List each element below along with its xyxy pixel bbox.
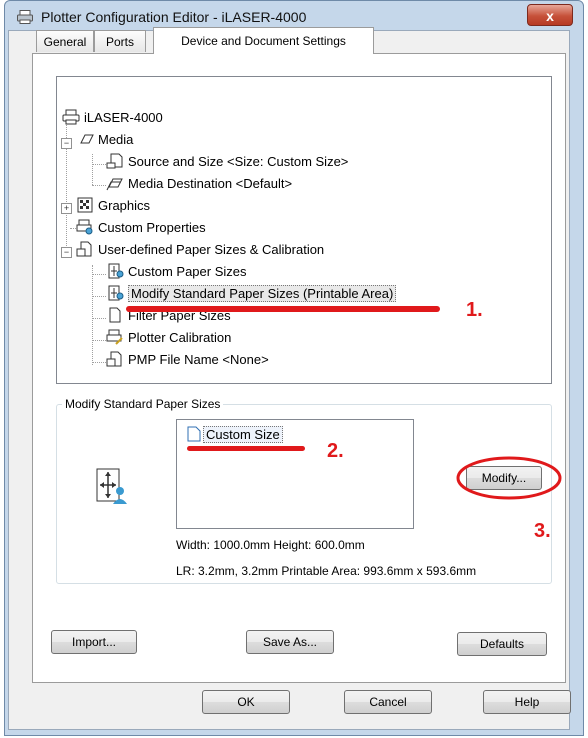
tree-line (92, 296, 106, 297)
media-destination-icon (106, 178, 123, 191)
custom-paper-sizes-icon (108, 263, 124, 279)
page-icon (187, 426, 201, 442)
tree-node-custom-properties[interactable]: Custom Properties (76, 218, 206, 238)
plotter-icon (62, 109, 80, 125)
tree-label: PMP File Name <None> (128, 352, 269, 367)
modify-paper-size-icon (96, 468, 127, 504)
tree-label: Custom Properties (98, 220, 206, 235)
tree-line (92, 274, 106, 275)
tree-line (92, 164, 106, 165)
graphics-icon (77, 197, 93, 213)
tree-line (92, 185, 106, 186)
tree-label: Media (98, 132, 134, 147)
calibration-icon (106, 329, 123, 345)
tree-line (92, 362, 106, 363)
collapse-user-defined-toggle[interactable]: − (61, 247, 72, 258)
group-label: Modify Standard Paper Sizes (62, 397, 224, 411)
printable-area-info: LR: 3.2mm, 3.2mm Printable Area: 993.6mm… (176, 564, 477, 578)
paper-size-icon (106, 153, 123, 169)
tree-label: Media Destination <Default> (128, 176, 293, 191)
help-button[interactable]: Help (483, 690, 571, 714)
close-button[interactable]: x (527, 4, 573, 26)
tree-node-root[interactable]: iLASER-4000 (62, 108, 163, 128)
expand-graphics-toggle[interactable]: + (61, 203, 72, 214)
filter-paper-icon (109, 307, 121, 323)
tree-label: Source and Size <Size: Custom Size> (128, 154, 349, 169)
tree-label: iLASER-4000 (84, 110, 163, 125)
tree-node-source-size[interactable]: Source and Size <Size: Custom Size> (106, 152, 348, 172)
custom-properties-icon (76, 219, 93, 235)
defaults-button[interactable]: Defaults (457, 632, 547, 656)
tree-node-media-destination[interactable]: Media Destination <Default> (106, 174, 292, 194)
tab-device-document-settings[interactable]: Device and Document Settings (153, 27, 374, 54)
tree-label: Graphics (98, 198, 151, 213)
paper-size-info: Width: 1000.0mm Height: 600.0mm (176, 538, 365, 552)
ok-button[interactable]: OK (202, 690, 290, 714)
tree-node-user-defined[interactable]: User-defined Paper Sizes & Calibration (76, 240, 324, 260)
tree-line (92, 340, 106, 341)
tree-label: Plotter Calibration (128, 330, 232, 345)
tree-node-modify-standard-sizes[interactable]: Modify Standard Paper Sizes (Printable A… (106, 284, 397, 304)
tree-label: User-defined Paper Sizes & Calibration (98, 242, 325, 257)
tree-node-media[interactable]: Media (76, 130, 133, 150)
tree-node-pmp-file[interactable]: PMP File Name <None> (106, 350, 269, 370)
tree-node-custom-paper-sizes[interactable]: Custom Paper Sizes (106, 262, 247, 282)
tab-general[interactable]: General (36, 30, 94, 52)
media-icon (80, 134, 94, 144)
tree-label: Modify Standard Paper Sizes (Printable A… (128, 285, 397, 302)
modify-paper-sizes-icon (108, 285, 124, 301)
list-item-label: Custom Size (203, 426, 283, 443)
tree-label: Custom Paper Sizes (128, 264, 247, 279)
annotation-underline-1 (126, 306, 440, 312)
annotation-step-1: 1. (466, 299, 483, 321)
save-as-button[interactable]: Save As... (246, 630, 334, 654)
annotation-circle-3 (456, 456, 562, 500)
tree-line (92, 154, 93, 185)
user-defined-paper-icon (76, 241, 92, 257)
import-button[interactable]: Import... (51, 630, 137, 654)
tree-node-graphics[interactable]: Graphics (76, 196, 150, 216)
paper-size-list[interactable]: Custom Size 2. (176, 419, 414, 529)
annotation-underline-2 (187, 446, 305, 451)
tree-line (92, 318, 106, 319)
tree-line (92, 265, 93, 365)
window-title: Plotter Configuration Editor - iLASER-40… (41, 9, 307, 25)
pmp-file-icon (106, 351, 122, 367)
tree-node-plotter-calibration[interactable]: Plotter Calibration (106, 328, 231, 348)
tab-ports[interactable]: Ports (94, 30, 146, 52)
annotation-step-2: 2. (327, 440, 344, 462)
collapse-media-toggle[interactable]: − (61, 138, 72, 149)
cancel-button[interactable]: Cancel (344, 690, 432, 714)
plotter-icon (17, 10, 33, 24)
list-item[interactable]: Custom Size (187, 426, 283, 444)
annotation-step-3: 3. (534, 520, 551, 542)
